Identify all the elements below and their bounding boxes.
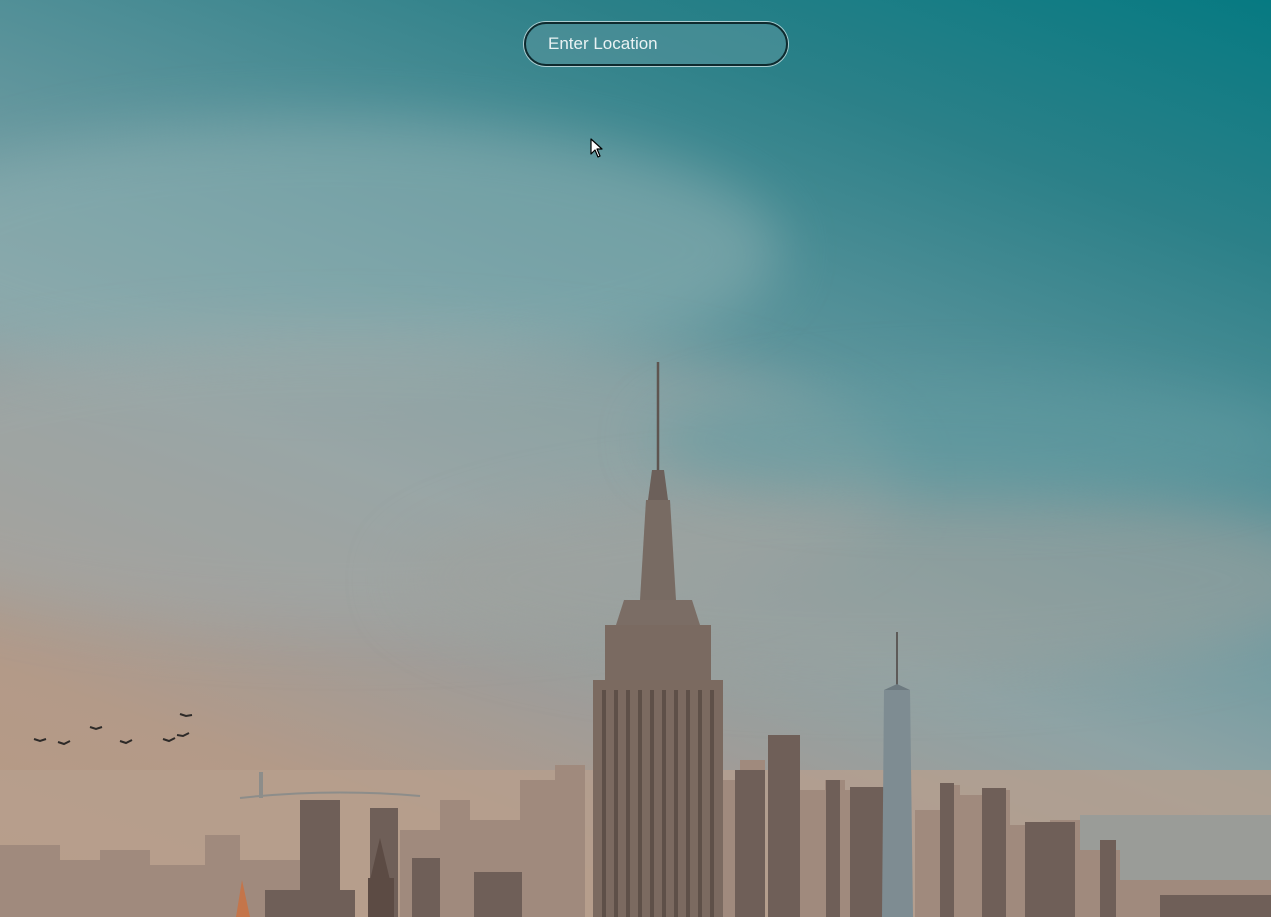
central-skyscraper <box>593 362 723 917</box>
city-skyline <box>0 362 1271 917</box>
location-search-input[interactable] <box>524 22 788 66</box>
birds <box>33 713 193 746</box>
tall-glass-tower <box>882 632 913 917</box>
bridge-tower <box>259 772 263 798</box>
search-container <box>524 22 788 66</box>
background-photo <box>0 0 1271 917</box>
foreground-building <box>368 878 394 917</box>
arrow-pointer-icon <box>590 138 603 158</box>
